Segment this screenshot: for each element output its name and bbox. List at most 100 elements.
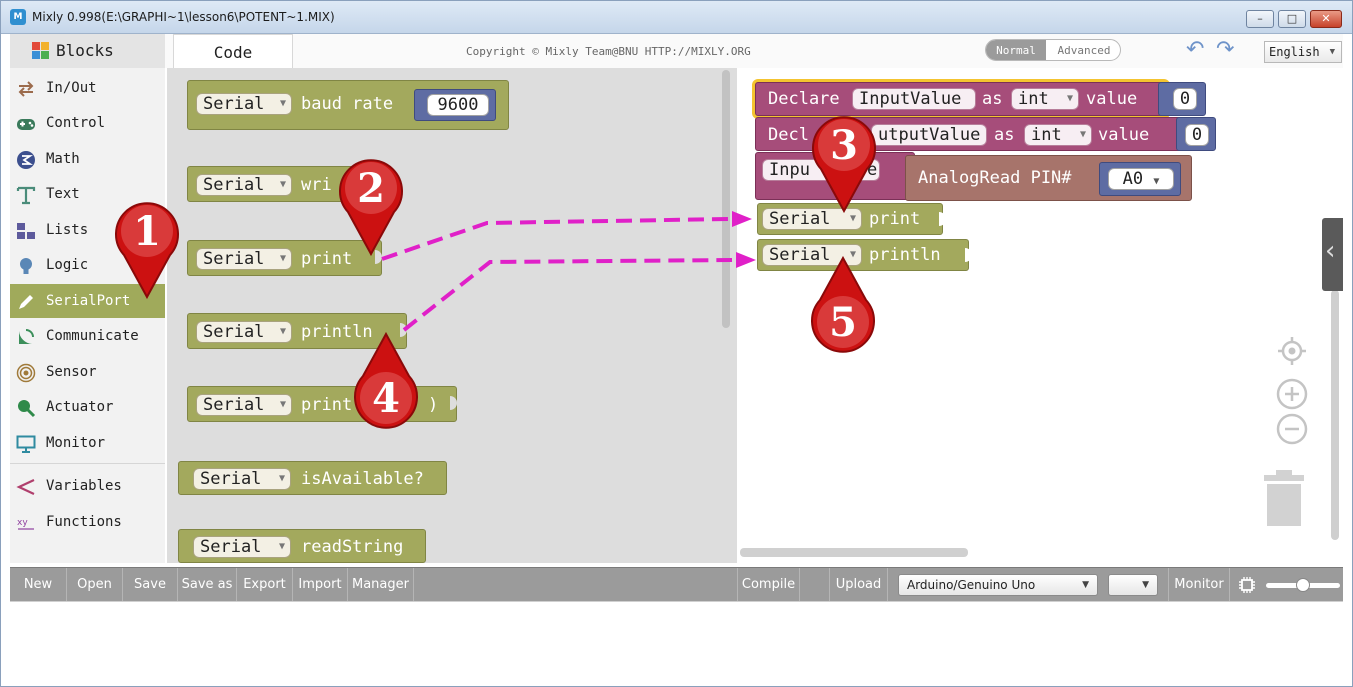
category-functions[interactable]: xy Functions [10, 505, 165, 539]
step-marker-number: 1 [133, 208, 161, 255]
type-dropdown[interactable]: int ▼ [1024, 124, 1092, 146]
export-button[interactable]: Export [237, 568, 293, 602]
pen-icon [19, 295, 33, 309]
category-label: Communicate [46, 328, 139, 344]
category-label: Lists [46, 222, 89, 238]
minimize-icon[interactable]: – [1246, 10, 1274, 28]
category-label: Variables [46, 478, 122, 494]
analogread-block[interactable]: AnalogRead PIN# A0 ▼ [905, 155, 1192, 201]
undo-icon[interactable]: ↶ [1186, 37, 1204, 62]
number-block[interactable]: 0 [1158, 82, 1206, 116]
pin-block[interactable]: A0 ▼ [1099, 162, 1181, 196]
category-variables[interactable]: Variables [10, 469, 165, 503]
language-select[interactable]: English ▼ [1264, 41, 1342, 63]
svg-text:xy: xy [17, 518, 28, 528]
mode-toggle[interactable]: Normal Advanced [985, 39, 1121, 61]
category-inout[interactable]: In/Out [10, 71, 165, 105]
open-button[interactable]: Open [67, 568, 123, 602]
save-button[interactable]: Save [123, 568, 178, 602]
variable-name-field[interactable]: utputValue [871, 124, 987, 146]
variables-icon [16, 479, 35, 495]
chevron-down-icon: ▼ [278, 541, 285, 552]
workspace-vertical-scrollbar[interactable] [1331, 290, 1339, 540]
category-control[interactable]: Control [10, 106, 165, 140]
serial-readstring-block[interactable]: Serial ▼ readString [178, 529, 426, 563]
bulb-icon [20, 258, 32, 274]
number-block[interactable]: 0 [1176, 117, 1216, 151]
zoom-out-icon[interactable] [1276, 413, 1308, 445]
chevron-down-icon: ▼ [279, 179, 286, 190]
maximize-icon[interactable]: □ [1278, 10, 1306, 28]
zoom-in-icon[interactable] [1276, 378, 1308, 410]
category-monitor[interactable]: Monitor [10, 426, 165, 460]
tab-blocks[interactable]: Blocks [10, 34, 165, 68]
chevron-down-icon: ▼ [1329, 47, 1335, 57]
collapse-panel-handle[interactable]: ‹ [1322, 218, 1343, 291]
port-select[interactable]: ▼ [1108, 574, 1158, 596]
serial-port-dropdown[interactable]: Serial ▼ [196, 93, 292, 115]
number-field[interactable]: 0 [1173, 88, 1197, 110]
category-label: Math [46, 151, 80, 167]
monitor-icon [16, 435, 36, 453]
step-marker-4: 4 [354, 332, 418, 429]
category-math[interactable]: Math [10, 142, 165, 176]
monitor-button[interactable]: Monitor [1168, 568, 1230, 602]
redo-icon[interactable]: ↷ [1216, 37, 1234, 62]
serial-label: Serial [203, 94, 265, 114]
zoom-slider-handle[interactable] [1296, 578, 1310, 592]
block-label: baud rate [301, 94, 394, 114]
gamepad-icon [17, 119, 35, 130]
serial-port-dropdown[interactable]: Serial ▼ [196, 248, 292, 270]
manager-button[interactable]: Manager [348, 568, 414, 602]
math-icon [17, 151, 35, 169]
chip-icon[interactable] [1238, 576, 1256, 594]
type-value: int [1031, 125, 1062, 145]
board-select[interactable]: Arduino/Genuino Uno ▼ [898, 574, 1098, 596]
baud-number-block[interactable]: 9600 [414, 89, 496, 121]
chevron-down-icon: ▼ [1066, 93, 1073, 104]
category-sensor[interactable]: Sensor [10, 355, 165, 389]
serial-baud-rate-block[interactable]: Serial ▼ baud rate 9600 [187, 80, 509, 130]
variable-name-field[interactable]: InputValue [852, 88, 976, 110]
category-label: In/Out [46, 80, 97, 96]
serial-port-dropdown[interactable]: Serial ▼ [196, 394, 292, 416]
arrows-icon [18, 81, 34, 97]
category-label: Actuator [46, 399, 114, 415]
variable-name-start: Inpu [769, 160, 810, 180]
category-actuator[interactable]: Actuator [10, 390, 165, 424]
new-button[interactable]: New [10, 568, 67, 602]
step-marker-number: 3 [830, 122, 858, 169]
close-icon[interactable]: ✕ [1310, 10, 1342, 28]
save-as-button[interactable]: Save as [178, 568, 237, 602]
compile-button[interactable]: Compile [737, 568, 800, 602]
category-label: Control [46, 115, 106, 131]
serial-available-block[interactable]: Serial ▼ isAvailable? [178, 461, 447, 495]
chevron-down-icon: ▼ [1079, 129, 1086, 140]
type-value: int [1018, 89, 1049, 109]
block-label: value [1086, 89, 1138, 109]
center-target-icon[interactable] [1276, 335, 1308, 367]
category-communicate[interactable]: Communicate [10, 319, 165, 353]
mode-normal-option[interactable]: Normal [986, 40, 1046, 60]
baud-rate-field[interactable]: 9600 [427, 94, 489, 116]
mode-advanced-option[interactable]: Advanced [1046, 40, 1120, 60]
chevron-down-icon: ▼ [278, 473, 285, 484]
step-marker-5: 5 [811, 256, 875, 353]
serial-port-dropdown[interactable]: Serial ▼ [196, 174, 292, 196]
copyright-text: Copyright © Mixly Team@BNU HTTP://MIXLY.… [466, 45, 751, 58]
trash-icon[interactable] [1262, 470, 1306, 528]
workspace-horizontal-scrollbar[interactable] [740, 548, 968, 557]
text-icon [16, 186, 36, 205]
number-field[interactable]: 0 [1185, 124, 1209, 146]
output-console[interactable] [10, 601, 1343, 678]
pin-dropdown[interactable]: A0 ▼ [1108, 168, 1174, 190]
serial-port-dropdown[interactable]: Serial ▼ [196, 321, 292, 343]
upload-button[interactable]: Upload [830, 568, 888, 602]
import-button[interactable]: Import [293, 568, 348, 602]
flyout-scrollbar[interactable] [722, 70, 730, 328]
serial-port-dropdown[interactable]: Serial ▼ [193, 468, 291, 490]
category-label: Monitor [46, 435, 106, 451]
type-dropdown[interactable]: int ▼ [1011, 88, 1079, 110]
serial-port-dropdown[interactable]: Serial ▼ [193, 536, 291, 558]
tab-code[interactable]: Code [173, 34, 293, 68]
